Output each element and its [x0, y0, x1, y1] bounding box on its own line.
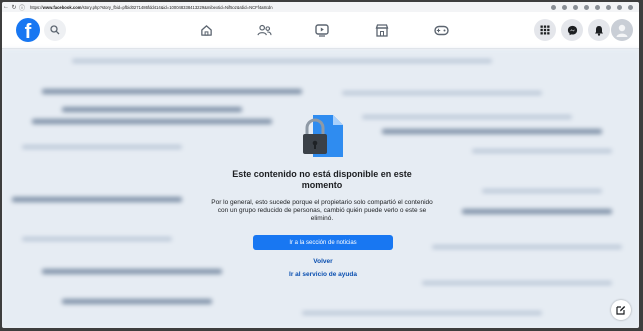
bell-icon	[595, 25, 603, 36]
unavailable-content-panel: Este contenido no está disponible en est…	[2, 49, 639, 328]
home-icon	[200, 24, 212, 36]
nav-marketplace[interactable]	[371, 20, 393, 40]
bookmark-star-icon[interactable]	[562, 4, 567, 10]
facebook-logo[interactable]: f	[16, 18, 40, 42]
url-prefix: https://	[30, 4, 43, 10]
messenger-button[interactable]	[561, 19, 583, 41]
unavailable-description: Por lo general, esto sucede porque el pr…	[211, 199, 433, 222]
extension-icon[interactable]	[573, 4, 578, 10]
extension-icon[interactable]	[584, 4, 589, 10]
address-bar[interactable]: https://www.facebook.com/story.php?story…	[30, 5, 390, 10]
extension-icon[interactable]	[595, 4, 600, 10]
back-arrow-icon[interactable]: ←	[2, 4, 10, 10]
facebook-top-nav: f	[2, 12, 639, 49]
account-avatar[interactable]	[611, 19, 633, 41]
messenger-icon	[567, 25, 577, 35]
browser-extension-icons	[551, 4, 639, 10]
browser-menu-icon[interactable]	[628, 4, 633, 10]
avatar-icon	[616, 24, 628, 37]
notifications-button[interactable]	[588, 19, 610, 41]
menu-button[interactable]	[534, 19, 556, 41]
compose-icon	[616, 306, 626, 315]
nav-home[interactable]	[195, 20, 217, 40]
back-link[interactable]: Volver	[223, 258, 423, 265]
site-info-icon[interactable]: ⓘ	[18, 3, 26, 12]
help-center-link[interactable]: Ir al servicio de ayuda	[223, 271, 423, 278]
screen-frame: ← ↻ ⓘ https://www.facebook.com/story.php…	[2, 2, 639, 328]
nav-friends[interactable]	[253, 20, 275, 40]
go-to-news-feed-button[interactable]: Ir a la sección de noticias	[253, 235, 393, 250]
url-path: /story.php?story_fbid=pfbid0271486fdd414…	[81, 4, 273, 10]
menu-grid-icon	[540, 25, 550, 35]
new-message-button[interactable]	[611, 300, 631, 320]
marketplace-icon	[375, 23, 389, 37]
nav-watch[interactable]	[311, 20, 333, 40]
lock-document-icon	[299, 113, 347, 164]
zoom-icon[interactable]	[551, 4, 556, 10]
extension-icon[interactable]	[606, 4, 611, 10]
friends-icon	[256, 24, 272, 35]
reload-icon[interactable]: ↻	[10, 4, 18, 11]
unavailable-title: Este contenido no está disponible en est…	[232, 169, 412, 190]
profile-icon[interactable]	[617, 4, 622, 10]
nav-gaming[interactable]	[430, 20, 452, 40]
search-icon	[50, 25, 60, 35]
watch-icon	[315, 23, 329, 37]
url-host: www.facebook.com	[42, 4, 82, 10]
gaming-icon	[433, 25, 449, 35]
search-button[interactable]	[44, 19, 66, 41]
